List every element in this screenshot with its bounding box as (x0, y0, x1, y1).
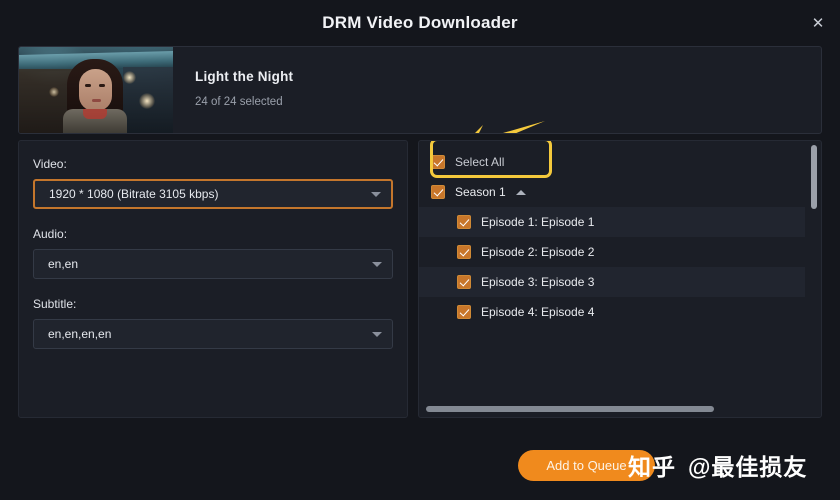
season-checkbox[interactable] (431, 185, 445, 199)
video-quality-value: 1920 * 1080 (Bitrate 3105 kbps) (49, 187, 219, 201)
horizontal-scrollbar-thumb[interactable] (426, 406, 714, 412)
chevron-down-icon (372, 262, 382, 267)
show-meta: Light the Night 24 of 24 selected (173, 47, 821, 133)
chevron-down-icon (371, 192, 381, 197)
title-bar: DRM Video Downloader ✕ (0, 0, 840, 46)
video-field-label: Video: (33, 157, 67, 171)
episode-list-panel: Select All Season 1 Episode 1: Episode 1… (418, 140, 822, 418)
vertical-scrollbar-thumb[interactable] (811, 145, 817, 209)
season-label: Season 1 (455, 185, 506, 199)
episode-list: Select All Season 1 Episode 1: Episode 1… (419, 141, 805, 403)
video-quality-select[interactable]: 1920 * 1080 (Bitrate 3105 kbps) (33, 179, 393, 209)
episode-checkbox[interactable] (457, 305, 471, 319)
subtitle-field-label: Subtitle: (33, 297, 77, 311)
season-row[interactable]: Season 1 (419, 177, 805, 207)
watermark-handle: @最佳损友 (688, 454, 808, 480)
chevron-up-icon[interactable] (515, 189, 526, 195)
select-all-row[interactable]: Select All (419, 141, 805, 178)
show-thumbnail (19, 47, 173, 133)
close-icon[interactable]: ✕ (804, 9, 832, 37)
select-all-checkbox[interactable] (431, 155, 445, 169)
list-item[interactable]: Episode 2: Episode 2 (419, 237, 805, 267)
episode-label: Episode 2: Episode 2 (481, 245, 595, 259)
selection-count: 24 of 24 selected (195, 96, 283, 108)
list-item[interactable]: Episode 1: Episode 1 (419, 207, 805, 237)
list-item[interactable]: Episode 3: Episode 3 (419, 267, 805, 297)
episode-label: Episode 1: Episode 1 (481, 215, 595, 229)
list-item[interactable]: Episode 4: Episode 4 (419, 297, 805, 327)
episode-checkbox[interactable] (457, 245, 471, 259)
show-title: Light the Night (195, 69, 294, 84)
select-all-label: Select All (455, 155, 505, 169)
chevron-down-icon (372, 332, 382, 337)
episode-checkbox[interactable] (457, 215, 471, 229)
annotation-arrow-icon (475, 121, 545, 133)
stream-options-panel: Video: 1920 * 1080 (Bitrate 3105 kbps) A… (18, 140, 408, 418)
audio-track-select[interactable]: en,en (33, 249, 393, 279)
audio-track-value: en,en (48, 257, 79, 271)
subtitle-track-select[interactable]: en,en,en,en (33, 319, 393, 349)
episode-checkbox[interactable] (457, 275, 471, 289)
audio-field-label: Audio: (33, 227, 68, 241)
subtitle-track-value: en,en,en,en (48, 327, 112, 341)
page-title: DRM Video Downloader (322, 13, 518, 32)
drm-video-downloader-window: DRM Video Downloader ✕ Light the Night 2… (0, 0, 840, 500)
add-to-queue-button[interactable]: Add to Queue (518, 450, 655, 481)
episode-label: Episode 4: Episode 4 (481, 305, 595, 319)
episode-label: Episode 3: Episode 3 (481, 275, 595, 289)
show-header-card: Light the Night 24 of 24 selected (18, 46, 822, 134)
